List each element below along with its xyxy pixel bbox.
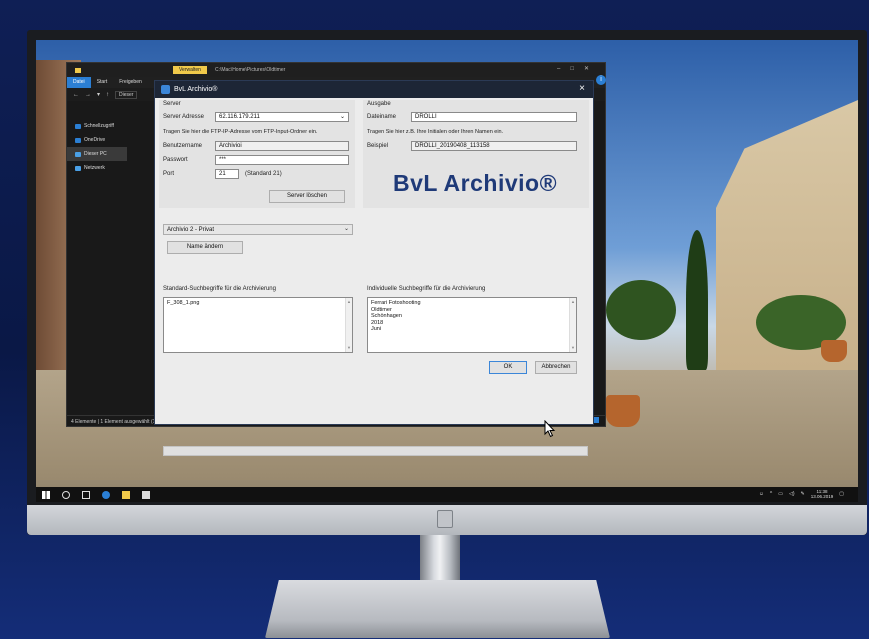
monitor-logo-icon [437, 510, 453, 528]
scroll-up-icon[interactable]: ▲ [347, 299, 351, 306]
server-hint: Tragen Sie hier die FTP-IP-Adresse vom F… [163, 129, 318, 135]
edge-browser-icon[interactable] [102, 490, 110, 499]
port-label: Port [163, 171, 175, 177]
search-icon[interactable] [62, 490, 70, 499]
window-controls[interactable]: –□✕ [557, 65, 599, 72]
username-label: Benutzername [163, 143, 203, 149]
scrollbar[interactable]: ▲ ▼ [569, 298, 576, 352]
server-group-label: Server [163, 101, 181, 107]
pen-icon[interactable]: ✎ [801, 491, 805, 497]
profile-select-value: Archivio 2 - Privat [167, 227, 215, 233]
monitor-stand-base [265, 580, 610, 638]
tab-manage[interactable]: Verwalten [173, 66, 207, 74]
explorer-nav-pane: Schnellzugriff OneDrive Dieser PC Netzwe… [67, 101, 127, 411]
chevron-up-icon[interactable]: ^ [770, 491, 772, 497]
scroll-down-icon[interactable]: ▼ [571, 345, 575, 352]
standard-terms-label: Standard-Suchbegriffe für die Archivieru… [163, 286, 276, 292]
nav-item-this-pc[interactable]: Dieser PC [67, 147, 127, 161]
nav-item-onedrive[interactable]: OneDrive [67, 133, 127, 147]
mouse-cursor-icon [544, 420, 556, 438]
server-address-value: 62.116.179.211 [219, 114, 260, 120]
individual-terms-label: Individuelle Suchbegriffe für die Archiv… [367, 286, 486, 292]
info-icon[interactable]: i [596, 75, 606, 85]
explorer-title-bar: Verwalten C:\Mac\Home\Pictures\Oldtimer … [67, 63, 605, 77]
password-input[interactable]: *** [215, 155, 349, 165]
file-explorer-icon[interactable] [122, 490, 130, 499]
notifications-icon[interactable]: ▢ [839, 491, 844, 497]
nav-item-label: Dieser PC [84, 151, 107, 157]
standard-term-line: F_308_1.png [167, 300, 200, 306]
dialog-body: Server Server Adresse 62.116.179.211 ⌄ T… [155, 98, 593, 424]
ok-button[interactable]: OK [489, 361, 527, 374]
wallpaper-flower-pot [606, 395, 640, 427]
username-input[interactable]: Archivioi [215, 141, 349, 151]
filename-label: Dateiname [367, 114, 397, 120]
port-input[interactable]: 21 [215, 169, 239, 179]
standard-terms-textarea[interactable]: F_308_1.png ▲ ▼ [163, 297, 353, 353]
computer-icon [75, 151, 81, 157]
nav-item-label: OneDrive [84, 137, 106, 143]
network-tray-icon[interactable]: ▭ [778, 491, 783, 497]
wallpaper-bush [606, 280, 676, 340]
bvl-archivio-logo: BvL Archivio® [392, 170, 558, 196]
tab-start[interactable]: Start [91, 77, 114, 88]
tab-share[interactable]: Freigeben [113, 77, 148, 88]
back-arrow-icon[interactable]: ← [73, 92, 79, 98]
taskbar-clock[interactable]: 11:38 13.06.2019 [811, 489, 834, 499]
nav-item-quick-access[interactable]: Schnellzugriff [67, 119, 127, 133]
profile-select[interactable]: Archivio 2 - Privat ⌄ [163, 224, 353, 235]
people-icon[interactable]: ☺ [759, 491, 764, 497]
archivio-dialog: BvL Archivio® × Server Server Adresse 62… [154, 80, 594, 456]
clock-date: 13.06.2019 [810, 494, 834, 499]
output-hint: Tragen Sie hier z.B. Ihre Initialen oder… [367, 129, 504, 135]
cloud-icon [75, 137, 81, 143]
nav-item-network[interactable]: Netzwerk [67, 161, 127, 175]
dialog-title-bar: BvL Archivio® × [155, 81, 593, 98]
chevron-down-icon[interactable]: ▾ [97, 91, 100, 98]
store-icon[interactable] [142, 490, 150, 499]
wallpaper-cypress [686, 230, 708, 370]
system-tray: ☺ ^ ▭ ◁) ✎ 11:38 13.06.2019 ▢ [759, 489, 844, 499]
chevron-down-icon: ⌄ [343, 226, 349, 232]
up-arrow-icon[interactable]: ↑ [106, 92, 109, 98]
server-address-label: Server Adresse [163, 114, 205, 120]
folder-icon [75, 67, 81, 73]
nav-item-label: Netzwerk [84, 165, 105, 171]
dialog-title: BvL Archivio® [174, 86, 218, 93]
scrollbar[interactable]: ▲ ▼ [345, 298, 352, 352]
volume-icon[interactable]: ◁) [789, 491, 795, 497]
task-view-icon[interactable] [82, 490, 90, 499]
nav-item-label: Schnellzugriff [84, 123, 114, 129]
chevron-down-icon: ⌄ [339, 114, 345, 120]
forward-arrow-icon[interactable]: → [85, 92, 91, 98]
example-label: Beispiel [367, 143, 389, 149]
app-icon [161, 85, 170, 94]
filename-input[interactable]: DROLLI [411, 112, 577, 122]
progress-bar [163, 446, 588, 456]
individual-term-line: Juni [371, 326, 382, 332]
rename-button[interactable]: Name ändern [167, 241, 243, 254]
output-group-label: Ausgabe [367, 101, 391, 107]
delete-server-button[interactable]: Server löschen [269, 190, 345, 203]
star-icon [75, 123, 81, 129]
example-output: DROLLI_20190408_113158 [411, 141, 577, 151]
tab-file[interactable]: Datei [67, 77, 91, 88]
wallpaper-flower-pot [821, 340, 847, 362]
windows-start-icon[interactable] [42, 490, 50, 499]
port-default-hint: (Standard 21) [245, 171, 282, 177]
taskbar: ☺ ^ ▭ ◁) ✎ 11:38 13.06.2019 ▢ [36, 487, 858, 502]
password-label: Passwort [163, 157, 188, 163]
network-icon [75, 165, 81, 171]
cancel-button[interactable]: Abbrechen [535, 361, 577, 374]
server-address-input[interactable]: 62.116.179.211 ⌄ [215, 112, 349, 122]
individual-terms-textarea[interactable]: Ferrari Fotoshooting Oldtimer Schönhagen… [367, 297, 577, 353]
scroll-up-icon[interactable]: ▲ [571, 299, 575, 306]
desktop-screen: Verwalten C:\Mac\Home\Pictures\Oldtimer … [36, 40, 858, 502]
explorer-title-path: C:\Mac\Home\Pictures\Oldtimer [214, 67, 286, 73]
close-icon[interactable]: × [579, 83, 585, 94]
scroll-down-icon[interactable]: ▼ [347, 345, 351, 352]
address-crumb[interactable]: Dieser [115, 90, 138, 99]
